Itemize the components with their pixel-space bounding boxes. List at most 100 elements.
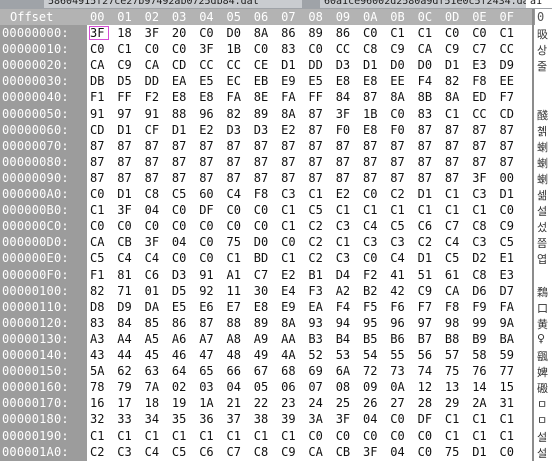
hex-byte[interactable]: D1 xyxy=(500,187,514,201)
ascii-char[interactable]: ㅁ xyxy=(537,396,547,412)
hex-byte[interactable]: 3F xyxy=(363,445,377,459)
hex-byte[interactable]: C2 xyxy=(308,251,322,265)
hex-byte[interactable]: 87 xyxy=(145,155,159,169)
hex-byte[interactable]: 88 xyxy=(172,107,186,121)
ascii-char[interactable]: 蝲 xyxy=(537,155,548,171)
hex-byte[interactable]: C0 xyxy=(363,429,377,443)
hex-byte[interactable]: C3 xyxy=(472,187,486,201)
hex-byte[interactable]: C0 xyxy=(336,429,350,443)
hex-byte[interactable]: C9 xyxy=(281,445,295,459)
hex-byte[interactable]: E8 xyxy=(336,74,350,88)
ascii-char[interactable]: ㅁ xyxy=(537,412,547,428)
hex-byte[interactable]: C9 xyxy=(390,42,404,56)
hex-byte[interactable]: D1 xyxy=(172,123,186,137)
hex-byte[interactable]: 37 xyxy=(227,412,241,426)
hex-byte[interactable]: 87 xyxy=(336,155,350,169)
hex-byte[interactable]: 8A xyxy=(390,90,404,104)
hex-byte[interactable]: 04 xyxy=(145,203,159,217)
hex-byte[interactable]: 87 xyxy=(500,139,514,153)
hex-byte[interactable]: C9 xyxy=(445,42,459,56)
hex-byte[interactable]: D3 xyxy=(336,58,350,72)
hex-byte[interactable]: C0 xyxy=(199,235,213,249)
hex-byte[interactable]: E3 xyxy=(472,58,486,72)
hex-byte[interactable]: 87 xyxy=(227,139,241,153)
hex-byte[interactable]: 00 xyxy=(500,171,514,185)
hex-byte[interactable]: F8 xyxy=(254,187,268,201)
hex-byte[interactable]: E7 xyxy=(227,300,241,314)
hex-byte[interactable]: C1 xyxy=(445,203,459,217)
hex-byte[interactable]: C1 xyxy=(227,251,241,265)
hex-byte[interactable]: E8 xyxy=(363,123,377,137)
hex-byte[interactable]: E8 xyxy=(363,74,377,88)
hex-byte[interactable]: 91 xyxy=(90,107,104,121)
hex-byte[interactable]: C1 xyxy=(363,203,377,217)
hex-byte[interactable]: D0 xyxy=(254,235,268,249)
hex-byte[interactable]: D3 xyxy=(227,123,241,137)
hex-byte[interactable]: C9 xyxy=(418,284,432,298)
hex-byte[interactable]: C6 xyxy=(199,445,213,459)
hex-byte[interactable]: C7 xyxy=(254,268,268,282)
hex-byte[interactable]: 43 xyxy=(90,348,104,362)
hex-byte[interactable]: A5 xyxy=(145,332,159,346)
hex-byte[interactable]: 82 xyxy=(445,74,459,88)
hex-byte[interactable]: 21 xyxy=(227,396,241,410)
hex-byte[interactable]: D9 xyxy=(500,58,514,72)
hex-byte[interactable]: C0 xyxy=(199,251,213,265)
hex-byte[interactable]: 08 xyxy=(336,380,350,394)
hex-byte[interactable]: 47 xyxy=(199,348,213,362)
hex-byte[interactable]: 4A xyxy=(281,348,295,362)
ascii-char[interactable]: 상 xyxy=(537,42,547,58)
hex-byte[interactable]: 94 xyxy=(336,316,350,330)
hex-byte[interactable]: C4 xyxy=(390,251,404,265)
hex-byte[interactable]: D9 xyxy=(117,300,131,314)
hex-byte[interactable]: C0 xyxy=(308,429,322,443)
hex-byte[interactable]: A4 xyxy=(117,332,131,346)
hex-byte[interactable]: C2 xyxy=(418,235,432,249)
ascii-char[interactable]: 磤 xyxy=(537,380,548,396)
hex-byte[interactable]: C6 xyxy=(145,268,159,282)
hex-byte[interactable]: 52 xyxy=(308,348,322,362)
hex-byte[interactable]: C0 xyxy=(227,219,241,233)
ascii-char[interactable]: 섰 xyxy=(537,219,547,235)
hex-byte[interactable]: D5 xyxy=(117,74,131,88)
hex-byte[interactable]: 48 xyxy=(227,348,241,362)
hex-byte[interactable]: C1 xyxy=(281,429,295,443)
hex-byte[interactable]: E5 xyxy=(308,74,322,88)
hex-byte[interactable]: FA xyxy=(500,300,514,314)
hex-byte[interactable]: 30 xyxy=(254,284,268,298)
hex-byte[interactable]: B7 xyxy=(418,332,432,346)
hex-byte[interactable]: DA xyxy=(145,300,159,314)
hex-byte[interactable]: 8A xyxy=(281,316,295,330)
hex-byte[interactable]: 06 xyxy=(281,380,295,394)
hex-byte[interactable]: 3F xyxy=(117,203,131,217)
hex-byte[interactable]: C0 xyxy=(145,219,159,233)
hex-byte[interactable]: 78 xyxy=(90,380,104,394)
hex-byte[interactable]: 99 xyxy=(472,316,486,330)
hex-byte[interactable]: CA xyxy=(90,58,104,72)
hex-byte[interactable]: 87 xyxy=(117,139,131,153)
hex-byte[interactable]: A9 xyxy=(254,332,268,346)
hex-byte[interactable]: F8 xyxy=(472,74,486,88)
hex-byte[interactable]: C1 xyxy=(445,412,459,426)
hex-byte[interactable]: 59 xyxy=(500,348,514,362)
hex-byte[interactable]: C0 xyxy=(254,219,268,233)
hex-byte[interactable]: 87 xyxy=(145,139,159,153)
hex-byte[interactable]: 86 xyxy=(281,26,295,40)
hex-byte[interactable]: C0 xyxy=(199,26,213,40)
hex-byte[interactable]: 1B xyxy=(227,42,241,56)
hex-byte[interactable]: C0 xyxy=(418,445,432,459)
hex-byte[interactable]: CC xyxy=(500,42,514,56)
hex-byte[interactable]: 87 xyxy=(172,139,186,153)
hex-byte[interactable]: CB xyxy=(117,235,131,249)
hex-byte[interactable]: 36 xyxy=(199,412,213,426)
hex-byte[interactable]: C3 xyxy=(390,235,404,249)
hex-byte[interactable]: C8 xyxy=(254,445,268,459)
hex-byte[interactable]: C1 xyxy=(390,26,404,40)
hex-byte[interactable]: 8E xyxy=(254,90,268,104)
ascii-char[interactable]: 설 xyxy=(537,203,547,219)
hex-byte[interactable]: 87 xyxy=(308,171,322,185)
hex-byte[interactable]: 07 xyxy=(308,380,322,394)
hex-byte[interactable]: C2 xyxy=(390,187,404,201)
hex-byte[interactable]: C4 xyxy=(227,187,241,201)
hex-byte[interactable]: 54 xyxy=(363,348,377,362)
